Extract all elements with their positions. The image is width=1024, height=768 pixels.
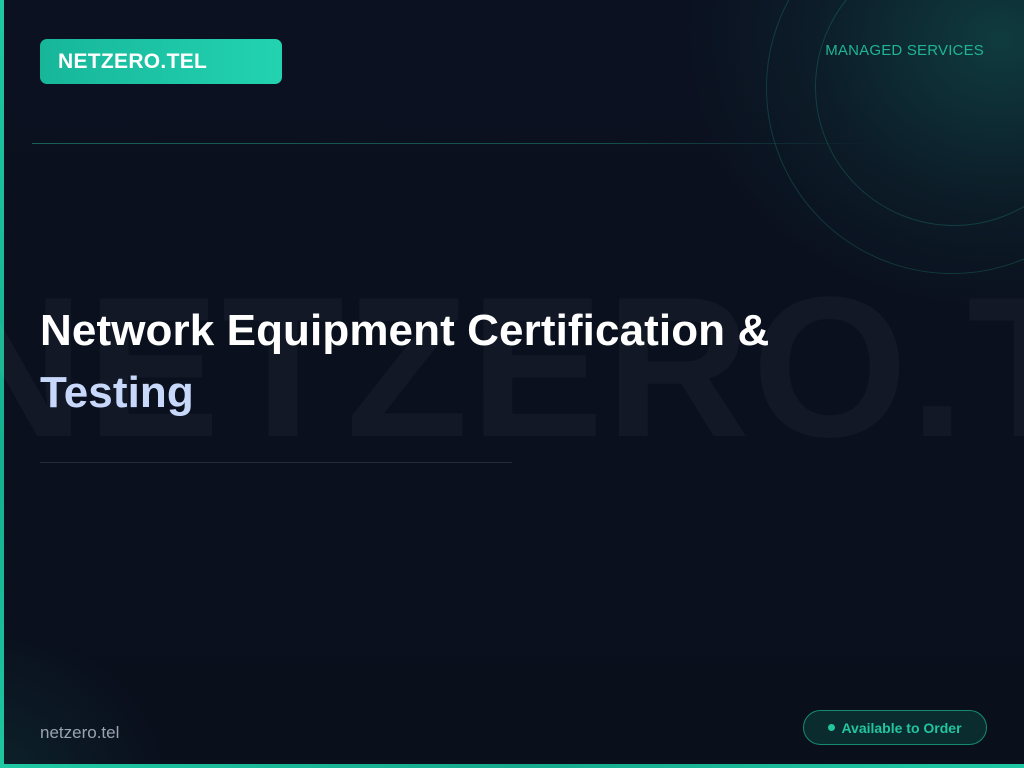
page-title: Network Equipment Certification & Testin… bbox=[40, 300, 769, 424]
category-label: MANAGED SERVICES bbox=[825, 42, 984, 59]
availability-label: Available to Order bbox=[841, 719, 962, 736]
slide: NETZERO.TEL NETZERO.TEL MANAGED SERVICES… bbox=[0, 0, 1024, 768]
header-divider bbox=[32, 143, 872, 144]
brand-badge-label: NETZERO.TEL bbox=[58, 49, 208, 73]
left-accent-bar bbox=[0, 0, 4, 768]
title-divider bbox=[40, 462, 512, 463]
footer-domain: netzero.tel bbox=[40, 723, 120, 742]
bottom-accent-bar bbox=[0, 764, 1024, 768]
availability-badge: Available to Order bbox=[803, 710, 987, 745]
status-dot-icon bbox=[828, 724, 836, 731]
title-line-2: Testing bbox=[40, 368, 194, 417]
brand-badge: NETZERO.TEL bbox=[40, 39, 282, 84]
title-line-1: Network Equipment Certification & bbox=[40, 306, 770, 355]
